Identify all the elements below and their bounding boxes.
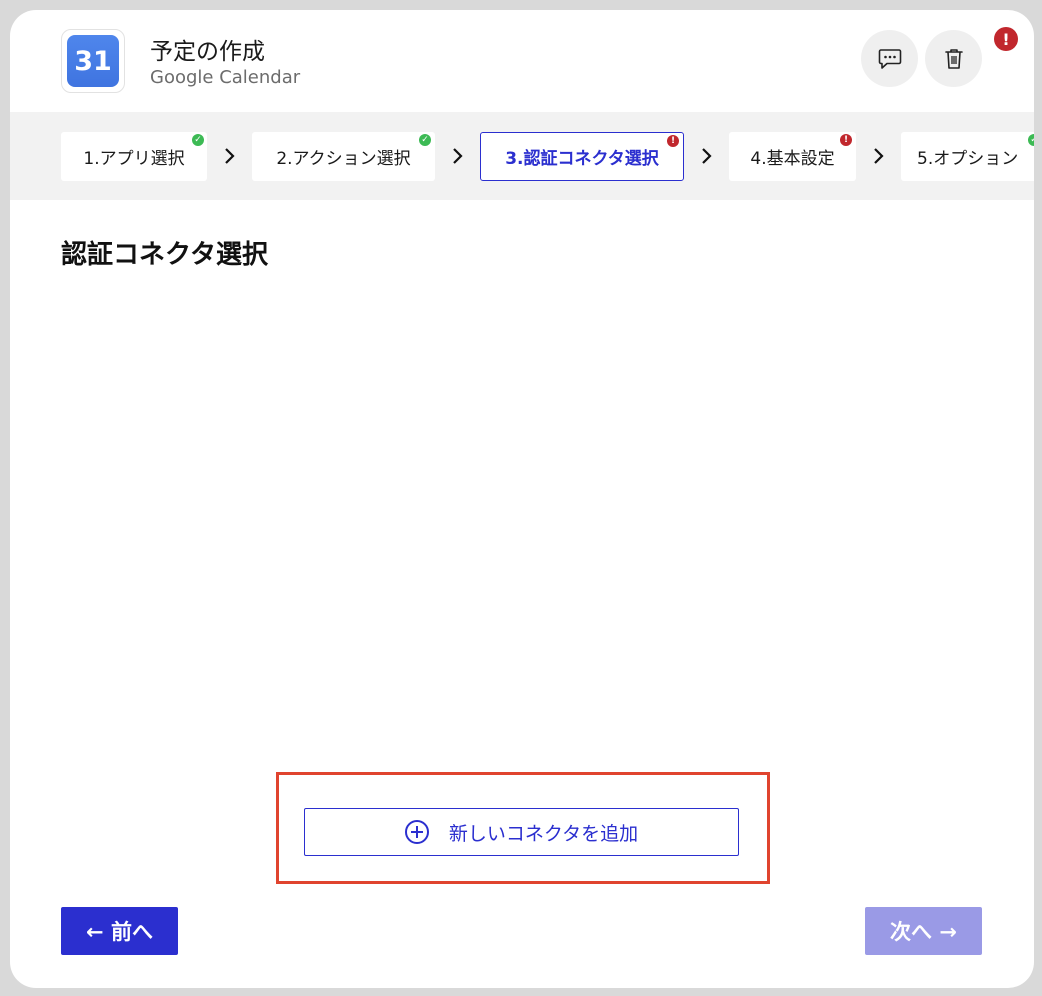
step-options[interactable]: 5.オプション ✓ bbox=[901, 132, 1034, 181]
step-label: 5.オプション bbox=[917, 149, 1019, 169]
check-icon: ✓ bbox=[419, 134, 431, 146]
calendar-tile: 31 bbox=[67, 35, 119, 87]
next-button[interactable]: 次へ → bbox=[865, 907, 982, 955]
trash-icon bbox=[944, 48, 963, 69]
step-basic-settings[interactable]: 4.基本設定 ! bbox=[729, 132, 856, 181]
comment-button[interactable] bbox=[861, 30, 918, 87]
page-title: 予定の作成 bbox=[150, 39, 265, 65]
prev-button[interactable]: ← 前へ bbox=[61, 907, 178, 955]
error-icon: ! bbox=[667, 135, 679, 147]
google-calendar-app-icon: 31 bbox=[61, 29, 125, 93]
plus-circle-icon bbox=[404, 820, 429, 844]
app-name: Google Calendar bbox=[150, 67, 301, 88]
step-label: 4.基本設定 bbox=[750, 149, 835, 169]
step-label: 3.認証コネクタ選択 bbox=[505, 149, 659, 169]
delete-button[interactable] bbox=[925, 30, 982, 87]
step-label: 2.アクション選択 bbox=[276, 149, 411, 169]
comment-icon bbox=[878, 48, 901, 69]
step-app-select[interactable]: 1.アプリ選択 ✓ bbox=[61, 132, 207, 181]
step-auth-connector-select[interactable]: 3.認証コネクタ選択 ! bbox=[480, 132, 684, 181]
dialog-card: 31 予定の作成 Google Calendar ! 1.アプリ選択 ✓ 2.ア… bbox=[10, 10, 1034, 988]
section-title: 認証コネクタ選択 bbox=[61, 240, 268, 270]
chevron-right-icon bbox=[225, 148, 235, 164]
add-connector-button[interactable]: 新しいコネクタを追加 bbox=[304, 808, 739, 856]
add-connector-label: 新しいコネクタを追加 bbox=[448, 822, 639, 845]
error-icon: ! bbox=[840, 134, 852, 146]
steps-bar: 1.アプリ選択 ✓ 2.アクション選択 ✓ 3.認証コネクタ選択 ! 4.基本設… bbox=[10, 112, 1034, 200]
step-label: 1.アプリ選択 bbox=[83, 149, 185, 169]
chevron-right-icon bbox=[453, 148, 463, 164]
step-action-select[interactable]: 2.アクション選択 ✓ bbox=[252, 132, 435, 181]
chevron-right-icon bbox=[702, 148, 712, 164]
check-icon: ✓ bbox=[192, 134, 204, 146]
chevron-right-icon bbox=[874, 148, 884, 164]
alert-badge: ! bbox=[994, 27, 1018, 51]
check-icon: ✓ bbox=[1028, 134, 1034, 146]
